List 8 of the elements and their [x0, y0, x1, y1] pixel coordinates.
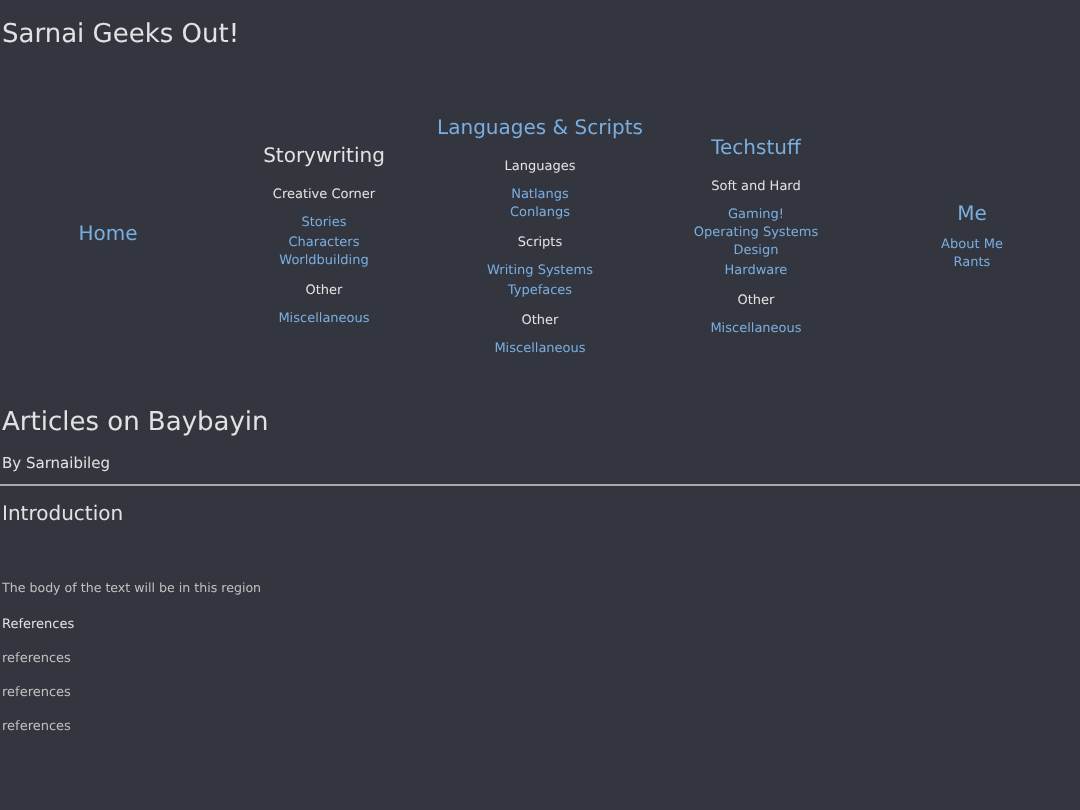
nav-link[interactable]: Home [78, 224, 138, 246]
nav-link[interactable]: Languages & Scripts [437, 117, 643, 140]
nav-link[interactable]: Storywriting [263, 146, 385, 169]
article-title: Articles on Baybayin [0, 408, 271, 438]
site-title: Sarnai Geeks Out! [0, 18, 242, 50]
nav-link[interactable]: Techstuff [711, 137, 801, 160]
nav-link[interactable]: Me [957, 203, 987, 226]
section-title: Introduction [0, 504, 126, 526]
